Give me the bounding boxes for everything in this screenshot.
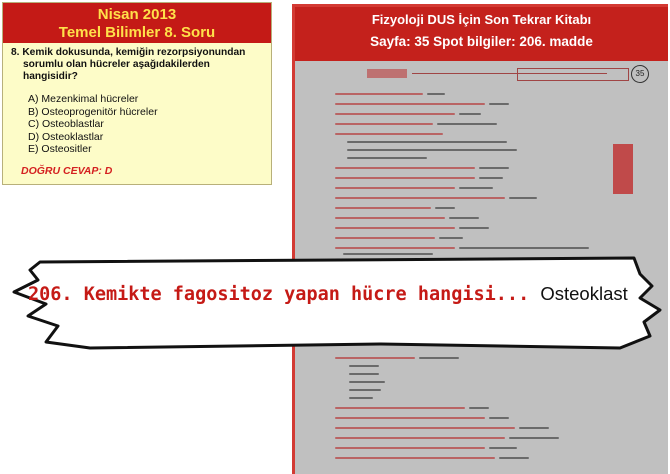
entry-line [509, 197, 537, 199]
entry-line [459, 247, 589, 249]
entry-line [489, 103, 509, 105]
entry-line [335, 217, 445, 219]
question-line-1: 8. Kemik dokusunda, kemiğin rezorpsiyonu… [11, 47, 246, 58]
entry-line [449, 217, 479, 219]
entry-line [349, 365, 379, 367]
entry-line [509, 437, 559, 439]
entry-line [335, 427, 515, 429]
entry-line [335, 103, 485, 105]
book-page-bar: 35 [317, 65, 667, 83]
entry-line [499, 457, 529, 459]
entry-line [335, 207, 431, 209]
entry-line [349, 381, 385, 383]
entry-line [427, 93, 445, 95]
entry-line [335, 357, 415, 359]
option-e[interactable]: E) Osteositler [28, 143, 271, 156]
correct-answer: DOĞRU CEVAP: D [21, 165, 113, 177]
entry-line [335, 187, 455, 189]
question-text: 8. Kemik dokusunda, kemiğin rezorpsiyonu… [3, 43, 271, 83]
entry-line [439, 237, 463, 239]
book-subtitle: Sayfa: 35 Spot bilgiler: 206. madde [370, 34, 593, 49]
entry-line [335, 113, 455, 115]
entry-line [347, 149, 517, 151]
entry-line [335, 177, 475, 179]
option-b[interactable]: B) Osteoprogenitör hücreler [28, 106, 271, 119]
entry-line [335, 247, 455, 249]
entry-line [335, 417, 485, 419]
question-line-2: sorumlu olan hücreler aşağıdakilerden ha… [23, 59, 210, 82]
entry-line [347, 141, 507, 143]
entry-line [335, 197, 505, 199]
option-d[interactable]: D) Osteoklastlar [28, 131, 271, 144]
entry-line [459, 227, 489, 229]
entry-line [335, 167, 475, 169]
entry-line [437, 123, 497, 125]
book-logo [367, 69, 407, 78]
entry-line [459, 113, 481, 115]
option-a[interactable]: A) Mezenkimal hücreler [28, 93, 271, 106]
page-number: 35 [631, 65, 649, 83]
book-page-panel: Fizyoloji DUS İçin Son Tekrar Kitabı Say… [292, 4, 668, 474]
book-header: Fizyoloji DUS İçin Son Tekrar Kitabı Say… [295, 7, 668, 61]
entry-line [435, 207, 455, 209]
option-c[interactable]: C) Osteoblastlar [28, 118, 271, 131]
exam-date: Nisan 2013 [97, 6, 177, 23]
entry-line [335, 93, 423, 95]
exam-section: Temel Bilimler 8. Soru [58, 24, 216, 41]
entry-line [349, 397, 373, 399]
entry-line [349, 389, 381, 391]
chapter-tag [517, 68, 629, 81]
answer-options: A) Mezenkimal hücreler B) Osteoprogenitö… [3, 93, 271, 156]
callout-answer: Osteoklast [540, 283, 628, 304]
book-title: Fizyoloji DUS İçin Son Tekrar Kitabı [371, 12, 592, 27]
question-card-header: Nisan 2013 Temel Bilimler 8. Soru [3, 3, 271, 43]
entry-line [335, 227, 455, 229]
entry-line [335, 407, 465, 409]
entry-line [479, 177, 503, 179]
entry-line [335, 447, 485, 449]
entry-line [335, 237, 435, 239]
entry-line [349, 373, 379, 375]
entry-line [459, 187, 493, 189]
entry-line [347, 157, 427, 159]
side-note-box [613, 144, 633, 194]
entry-line [335, 437, 505, 439]
entry-line [479, 167, 509, 169]
entry-line [469, 407, 489, 409]
entry-line [519, 427, 549, 429]
entry-line [419, 357, 459, 359]
entry-line [335, 123, 433, 125]
entry-line [489, 417, 509, 419]
entry-line [335, 133, 443, 135]
callout-text: 206. Kemikte fagositoz yapan hücre hangi… [28, 283, 628, 305]
callout-question: 206. Kemikte fagositoz yapan hücre hangi… [28, 284, 530, 305]
question-card: Nisan 2013 Temel Bilimler 8. Soru 8. Kem… [2, 2, 272, 185]
entry-line [335, 457, 495, 459]
entry-line [489, 447, 517, 449]
